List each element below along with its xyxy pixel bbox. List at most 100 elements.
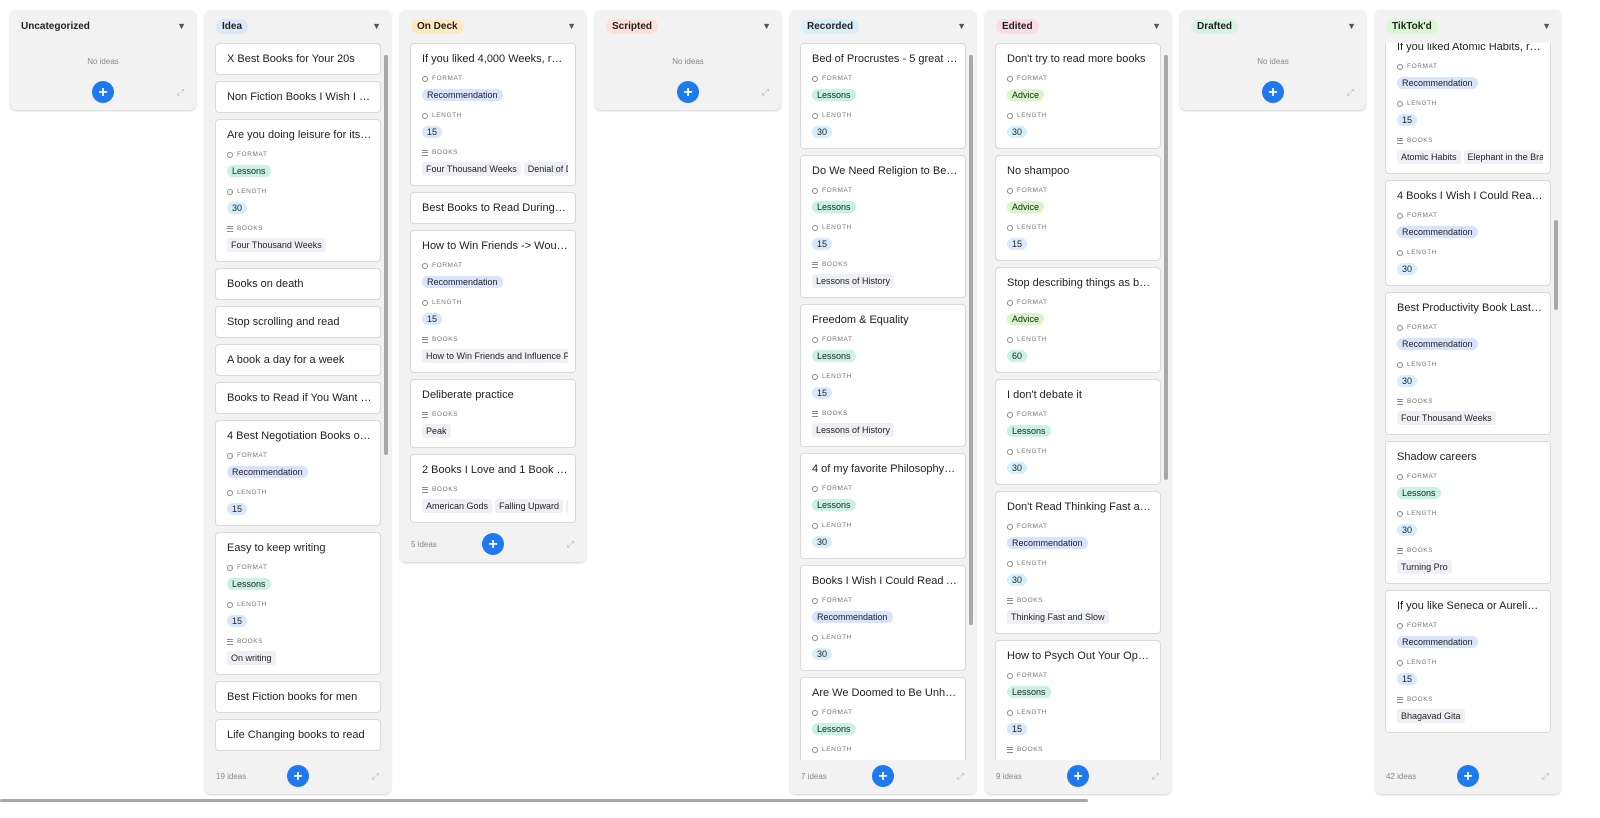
column-title[interactable]: Uncategorized <box>21 19 90 34</box>
property-label-text: LENGTH <box>1407 510 1437 517</box>
book-chip[interactable]: Thinking Fast and Slow <box>1007 610 1109 624</box>
idea-card[interactable]: Don't Read Thinking Fast and Slow FORMAT R… <box>995 491 1161 634</box>
idea-card[interactable]: Best Fiction books for men <box>215 681 381 713</box>
add-idea-button[interactable]: + <box>677 81 699 103</box>
idea-card[interactable]: Easy to keep writing FORMAT Lessons LENGTH 1… <box>215 532 381 675</box>
expand-icon[interactable]: ⤢ <box>567 539 574 550</box>
idea-card[interactable]: Books I Wish I Could Read Again FORMAT Rec… <box>800 565 966 671</box>
idea-card[interactable]: 4 of my favorite Philosophy Books FORMAT L… <box>800 453 966 559</box>
expand-icon[interactable]: ⤢ <box>1152 771 1159 782</box>
vertical-scrollbar[interactable] <box>1164 55 1168 480</box>
add-idea-button[interactable]: + <box>287 765 309 787</box>
column-title[interactable]: Recorded <box>801 18 860 34</box>
add-idea-button[interactable]: + <box>92 81 114 103</box>
idea-card[interactable]: Life Changing books to read <box>215 719 381 751</box>
book-chip[interactable]: Four Thousand Weeks <box>422 162 521 176</box>
book-chip[interactable]: Lessons of History <box>812 423 895 437</box>
idea-card[interactable]: 4 Best Negotiation Books of All Time FORM… <box>215 420 381 526</box>
idea-card[interactable]: Books to Read if You Want to Be Rich <box>215 382 381 414</box>
idea-card[interactable]: Deliberate practice BOOKS Peak <box>410 379 576 448</box>
chevron-down-icon[interactable]: ▼ <box>1542 21 1551 31</box>
column-header[interactable]: On Deck ▼ <box>400 10 586 42</box>
column-title[interactable]: Drafted <box>1191 18 1239 34</box>
add-idea-button[interactable]: + <box>482 533 504 555</box>
idea-card[interactable]: If you liked 4,000 Weeks, read these FORM… <box>410 43 576 186</box>
idea-card[interactable]: X Best Books for Your 20s <box>215 43 381 75</box>
expand-icon[interactable]: ⤢ <box>372 771 379 782</box>
card-title: 4 of my favorite Philosophy Books <box>812 463 958 475</box>
book-chip[interactable]: Four Thousand Weeks <box>227 238 326 252</box>
column-title[interactable]: TikTok'd <box>1386 18 1438 34</box>
format-property: FORMAT Recommendation <box>422 262 568 290</box>
idea-card[interactable]: Don't try to read more books FORMAT Advice… <box>995 43 1161 149</box>
idea-card[interactable]: If you like Seneca or Aurelius, read thi… <box>1385 590 1551 733</box>
chevron-down-icon[interactable]: ▼ <box>1347 21 1356 31</box>
chevron-down-icon[interactable]: ▼ <box>567 21 576 31</box>
column-header[interactable]: Drafted ▼ <box>1180 10 1366 42</box>
idea-card[interactable]: Shadow careers FORMAT Lessons LENGTH 30 BOOKS… <box>1385 441 1551 584</box>
column-title[interactable]: Scripted <box>606 18 659 34</box>
idea-card[interactable]: Are We Doomed to Be Unhappy? FORMAT Lesson… <box>800 677 966 760</box>
book-chip[interactable]: Atomic Habits <box>1397 150 1461 164</box>
idea-card[interactable]: How to Win Friends -> Would You Rather FO… <box>410 230 576 373</box>
add-idea-button[interactable]: + <box>1457 765 1479 787</box>
column-title[interactable]: On Deck <box>411 18 464 34</box>
expand-icon[interactable]: ⤢ <box>177 87 184 98</box>
idea-card[interactable]: 2 Books I Love and 1 Book I Hate BOOKS Ame… <box>410 454 576 523</box>
expand-icon[interactable]: ⤢ <box>957 771 964 782</box>
idea-card[interactable]: Books on death <box>215 268 381 300</box>
book-chip[interactable]: Peak <box>422 424 451 438</box>
idea-card[interactable]: Stop describing things as boring FORMAT Ad… <box>995 267 1161 373</box>
add-idea-button[interactable]: + <box>1067 765 1089 787</box>
book-chip[interactable]: Denial of Death <box>523 162 568 176</box>
idea-card[interactable]: A book a day for a week <box>215 344 381 376</box>
book-chip[interactable]: Lessons of History <box>812 274 895 288</box>
idea-card[interactable]: If you liked Atomic Habits, read these FO… <box>1385 43 1551 174</box>
books-row: Thinking Fast and Slow <box>1007 607 1153 625</box>
vertical-scrollbar[interactable] <box>969 55 973 625</box>
book-chip[interactable]: Elephant in the Brain <box>1463 150 1543 164</box>
idea-card[interactable]: No shampoo FORMAT Advice LENGTH 15 <box>995 155 1161 261</box>
idea-card[interactable]: Are you doing leisure for its own sake? F… <box>215 119 381 262</box>
chevron-down-icon[interactable]: ▼ <box>957 21 966 31</box>
chevron-down-icon[interactable]: ▼ <box>177 21 186 31</box>
add-idea-button[interactable]: + <box>1262 81 1284 103</box>
book-chip[interactable]: Four Thousand Weeks <box>1397 411 1496 425</box>
book-chip[interactable]: Falling Upward <box>495 499 564 513</box>
column-header[interactable]: Idea ▼ <box>205 10 391 42</box>
add-idea-button[interactable]: + <box>872 765 894 787</box>
book-chip[interactable]: American Gods <box>422 499 493 513</box>
book-chip[interactable]: On writing <box>227 651 276 665</box>
idea-card[interactable]: Non Fiction Books I Wish I Read Sooner <box>215 81 381 113</box>
book-chip[interactable]: Turning Pro <box>1397 560 1452 574</box>
book-chip[interactable]: Other <box>566 499 568 513</box>
idea-card[interactable]: 4 Books I Wish I Could Read Again FORMAT R… <box>1385 180 1551 286</box>
expand-icon[interactable]: ⤢ <box>1347 87 1354 98</box>
expand-icon[interactable]: ⤢ <box>762 87 769 98</box>
column-header[interactable]: Recorded ▼ <box>790 10 976 42</box>
idea-card[interactable]: Do We Need Religion to Be Moral? FORMAT Le… <box>800 155 966 298</box>
book-chip[interactable]: Bhagavad Gita <box>1397 709 1465 723</box>
column-title[interactable]: Idea <box>216 18 249 34</box>
chevron-down-icon[interactable]: ▼ <box>1152 21 1161 31</box>
vertical-scrollbar[interactable] <box>384 55 388 455</box>
column-header[interactable]: Uncategorized ▼ <box>10 10 196 42</box>
idea-card[interactable]: Best Books to Read During a Breakup <box>410 192 576 224</box>
column-header[interactable]: Scripted ▼ <box>595 10 781 42</box>
horizontal-scrollbar[interactable] <box>0 799 1088 802</box>
chevron-down-icon[interactable]: ▼ <box>762 21 771 31</box>
expand-icon[interactable]: ⤢ <box>1542 771 1549 782</box>
column-header[interactable]: Edited ▼ <box>985 10 1171 42</box>
chevron-down-icon[interactable]: ▼ <box>372 21 381 31</box>
property-label: FORMAT <box>1397 622 1543 629</box>
idea-card[interactable]: Stop scrolling and read <box>215 306 381 338</box>
idea-card[interactable]: How to Psych Out Your Opponent FORMAT Less… <box>995 640 1161 760</box>
idea-card[interactable]: Best Productivity Book Last Year FORMAT Re… <box>1385 292 1551 435</box>
idea-card[interactable]: I don't debate it FORMAT Lessons LENGTH 30 <box>995 379 1161 485</box>
book-chip[interactable]: How to Win Friends and Influence People <box>422 349 568 363</box>
vertical-scrollbar[interactable] <box>1554 220 1558 310</box>
column-title[interactable]: Edited <box>996 18 1039 34</box>
idea-card[interactable]: Freedom & Equality FORMAT Lessons LENGTH 15 B… <box>800 304 966 447</box>
idea-card[interactable]: Bed of Procrustes - 5 great aphorisms FOR… <box>800 43 966 149</box>
column-header[interactable]: TikTok'd ▼ <box>1375 10 1561 42</box>
